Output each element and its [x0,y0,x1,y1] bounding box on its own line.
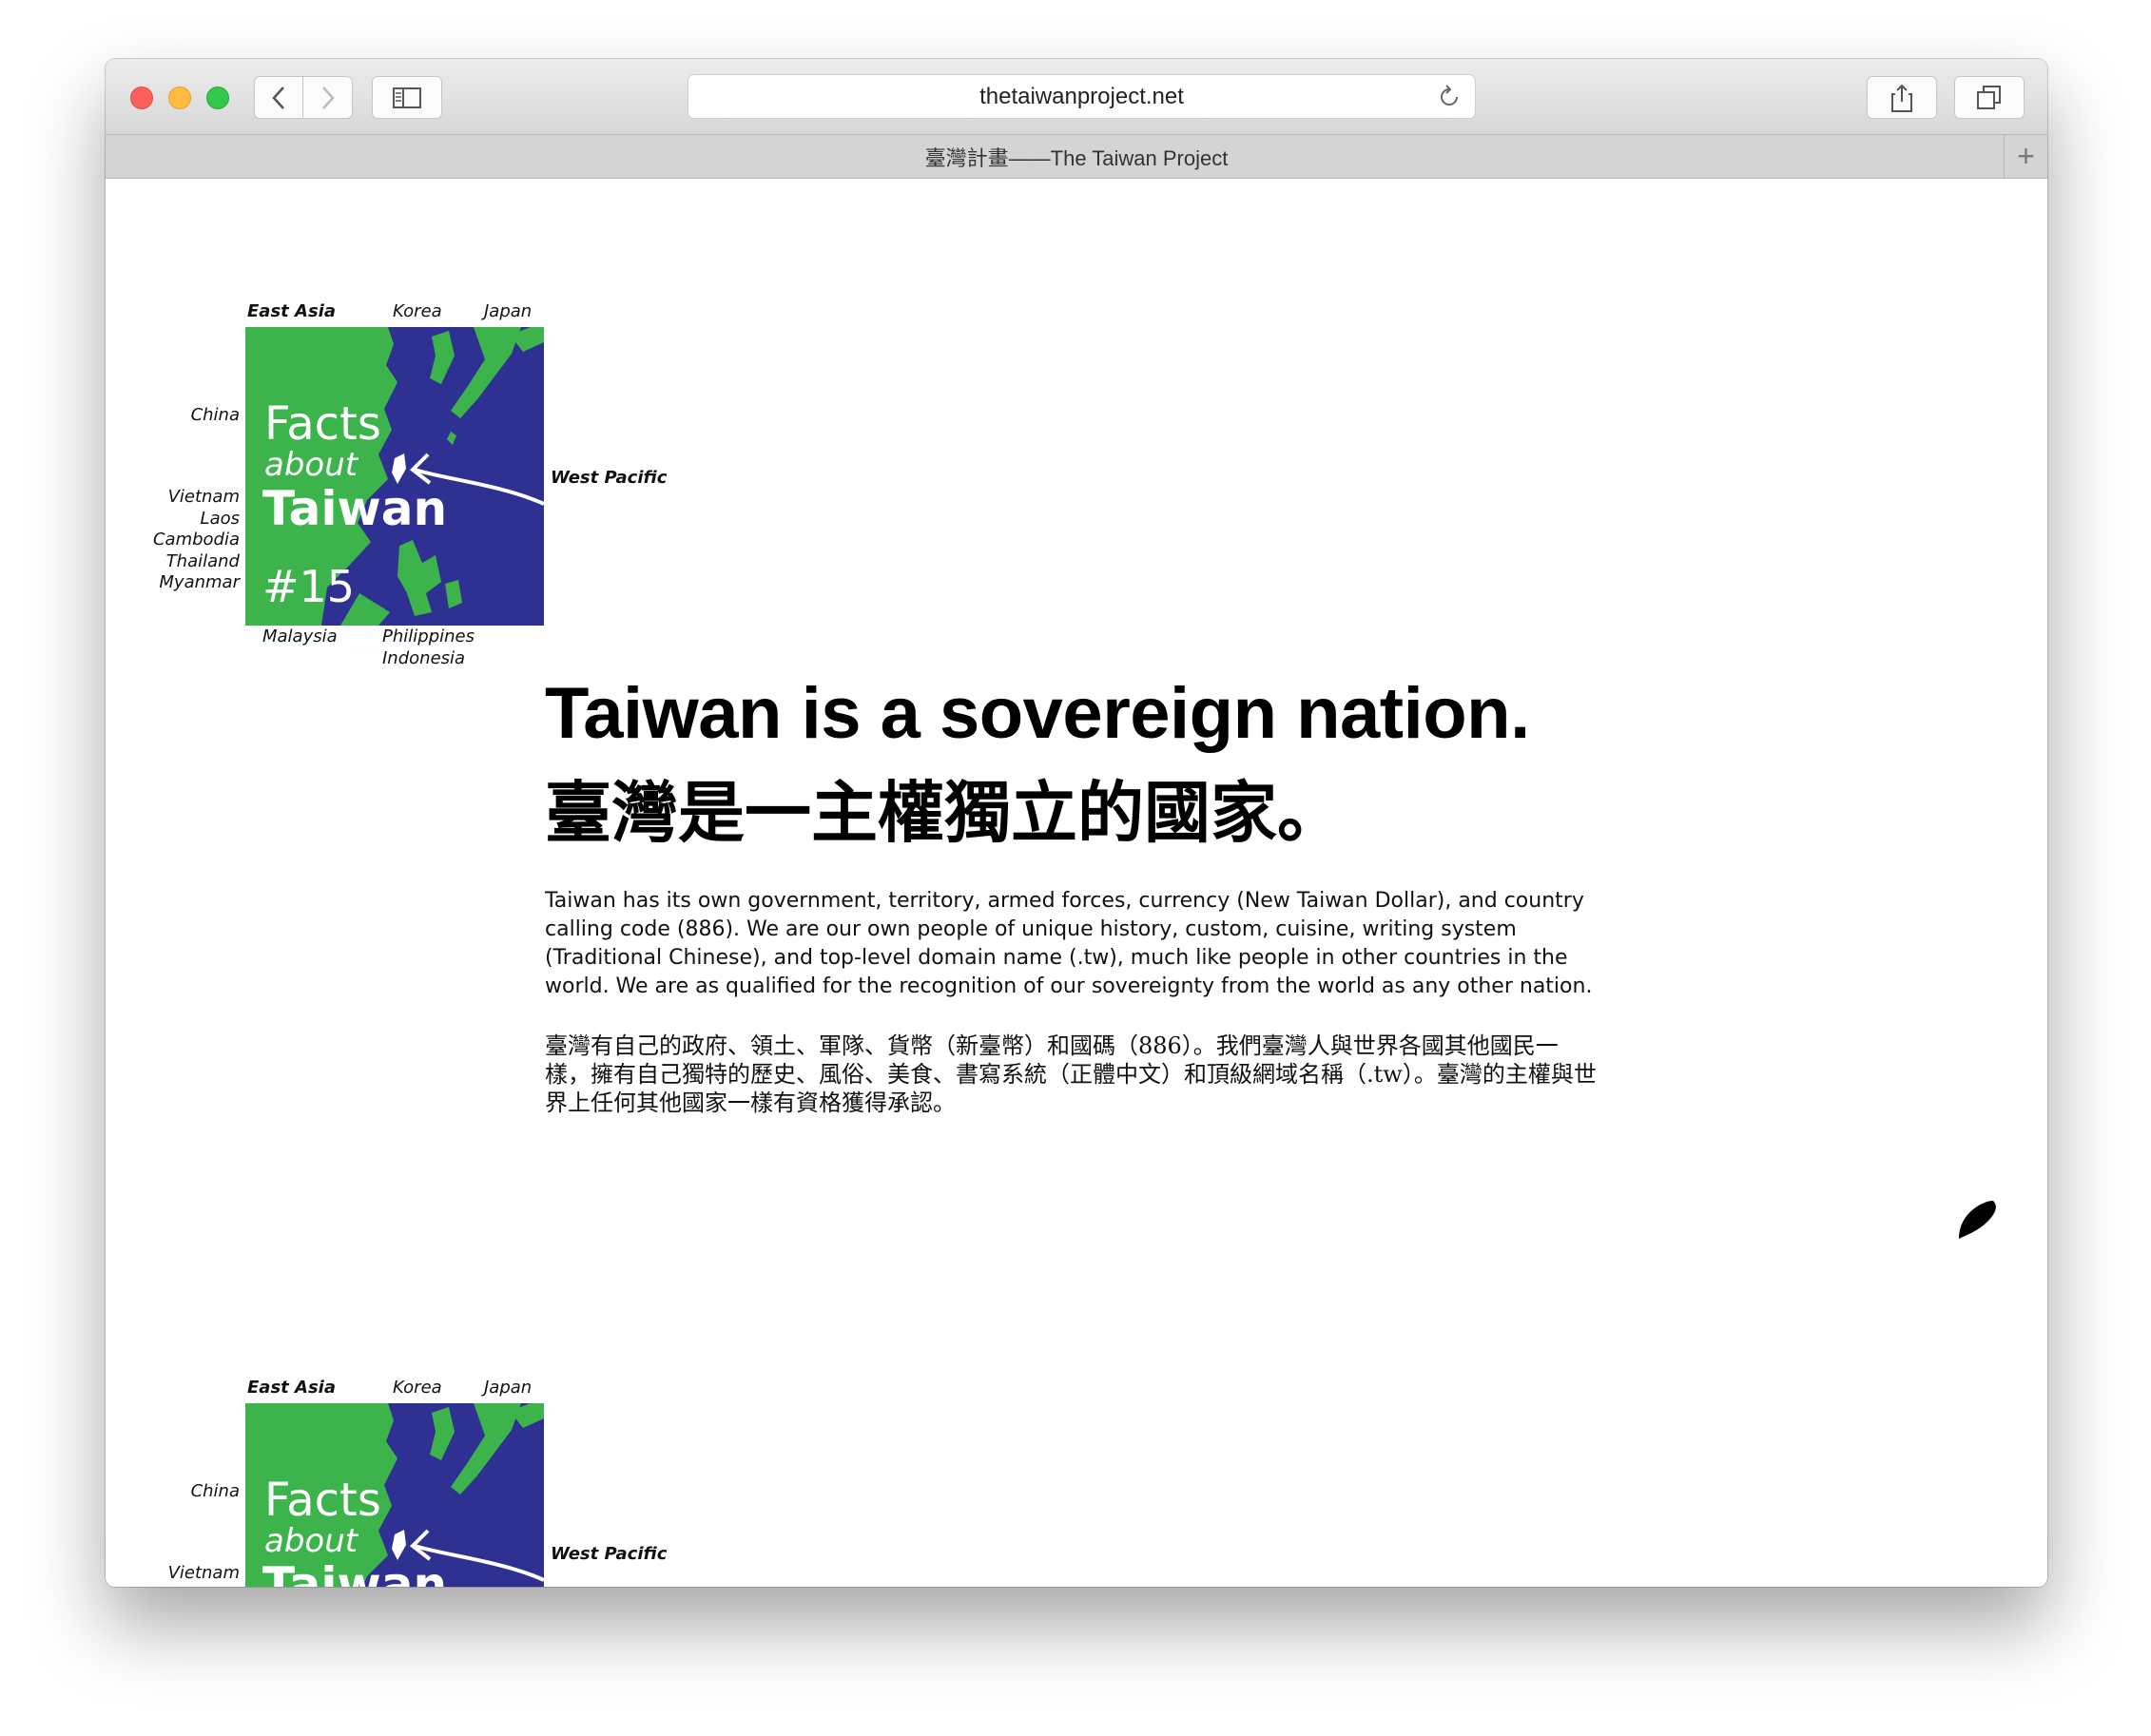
browser-window: thetaiwanproject.net 臺灣計畫——The Taiwan Pr… [106,59,2047,1587]
show-tabs-button[interactable] [1954,76,2025,119]
label-china: China [190,1481,240,1501]
logo-title-taiwan: Taiwan [262,1557,448,1587]
label-korea: Korea [393,1378,442,1398]
logo-title-taiwan: Taiwan [262,481,448,536]
label-malaysia: Malaysia [262,627,338,646]
share-icon [1891,84,1912,112]
map-graphic: Facts about Taiwan #15 [245,327,544,626]
logo-title-about: about [264,446,358,484]
label-indonesia: Indonesia [382,648,466,668]
label-cambodia: Cambodia [152,530,240,550]
taiwan-island-icon[interactable] [1957,1199,1999,1241]
headline-chinese: 臺灣是一主權獨立的國家。 [545,773,1344,852]
browser-toolbar: thetaiwanproject.net [106,59,2047,135]
facts-about-taiwan-logo-2[interactable]: East Asia Korea Japan China West Pacific… [106,1378,695,1587]
label-japan: Japan [484,301,533,321]
minimize-window-button[interactable] [168,87,191,109]
sidebar-toggle-button[interactable] [372,76,442,119]
label-east-asia: East Asia [247,301,336,321]
tab-bar: 臺灣計畫——The Taiwan Project + [106,135,2047,179]
new-tab-button[interactable]: + [2004,135,2047,178]
reload-icon[interactable] [1437,85,1462,109]
label-west-pacific: West Pacific [551,468,668,488]
headline-english: Taiwan is a sovereign nation. [545,673,1530,754]
share-button[interactable] [1867,76,1937,119]
facts-about-taiwan-logo[interactable]: East Asia Korea Japan China West Pacific… [106,301,695,701]
logo-title-about: about [264,1522,358,1560]
label-east-asia: East Asia [247,1378,336,1398]
label-korea: Korea [393,301,442,321]
label-myanmar: Myanmar [159,572,240,592]
plus-icon: + [2017,139,2035,173]
close-window-button[interactable] [130,87,153,109]
address-bar[interactable]: thetaiwanproject.net [688,74,1476,119]
label-china: China [190,405,240,425]
label-west-pacific: West Pacific [551,1544,668,1564]
url-text: thetaiwanproject.net [979,83,1184,109]
label-vietnam: Vietnam [167,487,240,507]
chevron-right-icon [321,86,335,109]
logo-title-facts: Facts [264,1474,381,1527]
page-content: East Asia Korea Japan China West Pacific… [106,180,2047,1587]
sidebar-icon [393,87,421,108]
label-laos: Laos [200,509,240,529]
logo-issue-number: #15 [262,561,356,612]
label-thailand: Thailand [165,551,240,571]
tab-title[interactable]: 臺灣計畫——The Taiwan Project [925,142,1229,172]
label-philippines: Philippines [382,627,475,646]
paragraph-english: Taiwan has its own government, territory… [545,889,1593,998]
label-vietnam: Vietnam [167,1563,240,1583]
paragraph-chinese: 臺灣有自己的政府、領土、軍隊、貨幣（新臺幣）和國碼（886）。我們臺灣人與世界各… [545,1032,1597,1116]
chevron-left-icon [272,86,284,109]
zoom-window-button[interactable] [206,87,229,109]
back-button[interactable] [254,76,303,119]
forward-button[interactable] [303,76,353,119]
map-graphic: Facts about Taiwan [245,1403,544,1587]
tabs-overview-icon [1977,85,2001,109]
logo-title-facts: Facts [264,397,381,451]
label-laos: Laos [201,1585,240,1587]
label-japan: Japan [484,1378,533,1398]
